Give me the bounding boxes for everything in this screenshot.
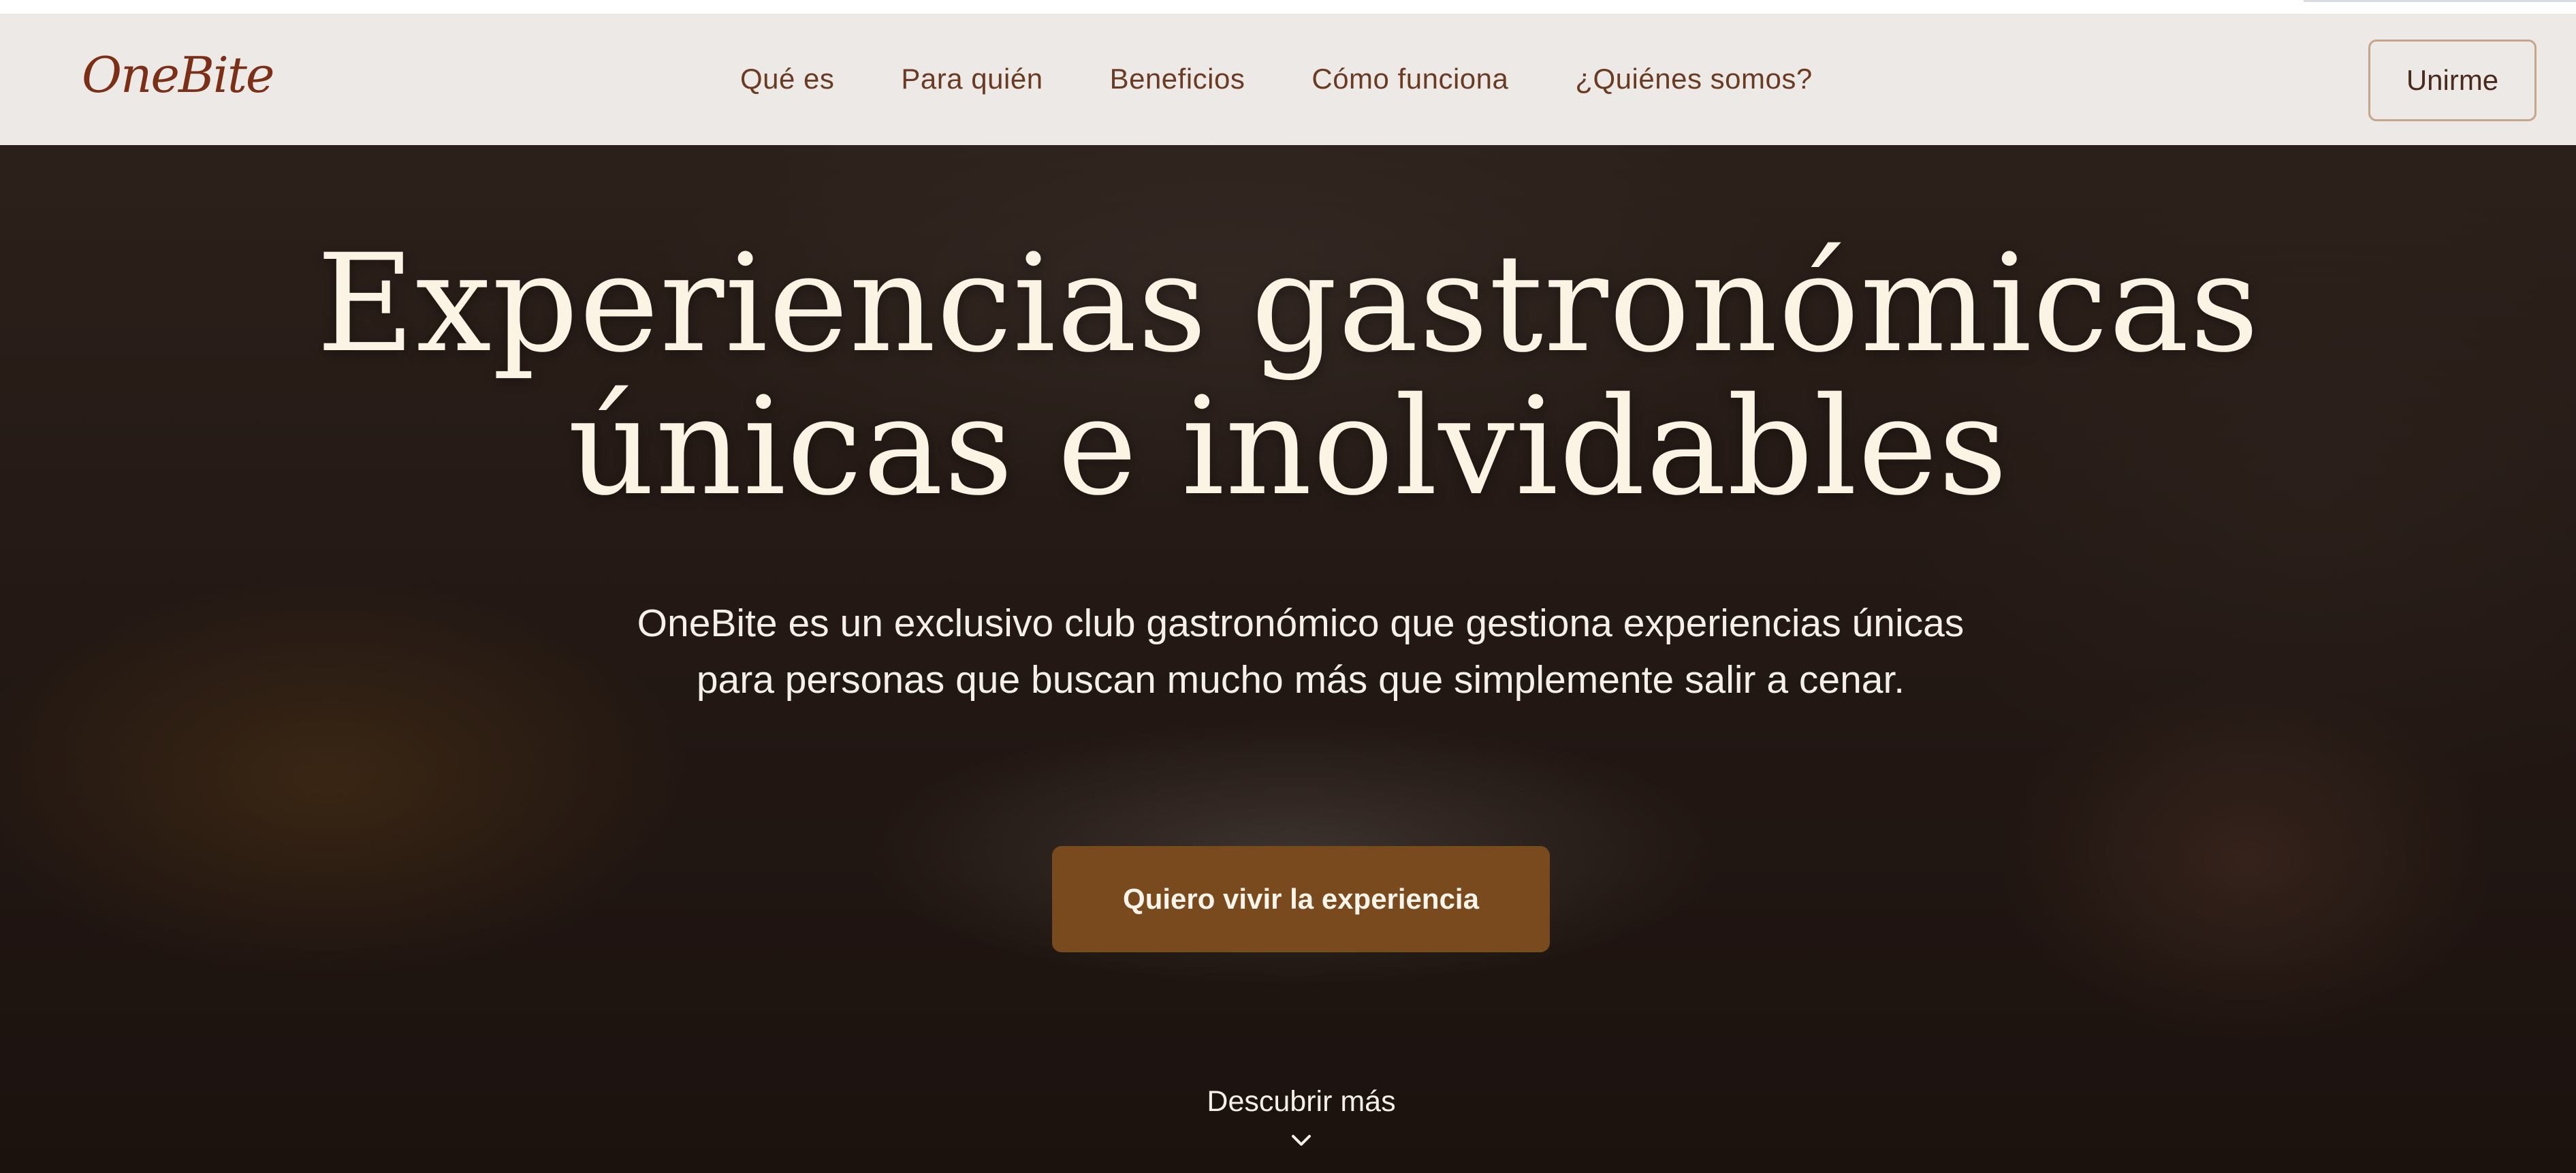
nav-link-como-funciona[interactable]: Cómo funciona (1311, 63, 1508, 95)
join-button[interactable]: Unirme (2368, 40, 2537, 121)
landing-page: OneBite Qué es Para quién Beneficios Cóm… (0, 0, 2576, 1173)
nav-link-beneficios[interactable]: Beneficios (1110, 63, 1245, 95)
nav-link-que-es[interactable]: Qué es (740, 63, 834, 95)
hero-title: Experiencias gastronómicas únicas e inol… (204, 232, 2372, 518)
discover-more-link[interactable]: Descubrir más (1083, 1085, 1519, 1151)
hero-section: Experiencias gastronómicas únicas e inol… (0, 145, 2576, 1173)
hero-subtitle: OneBite es un exclusivo club gastronómic… (637, 601, 1965, 702)
nav-link-para-quien[interactable]: Para quién (901, 63, 1043, 95)
hero-title-line-2: únicas e inolvidables (567, 368, 2009, 525)
cta-button[interactable]: Quiero vivir la experiencia (1052, 846, 1550, 952)
site-header: OneBite Qué es Para quién Beneficios Cóm… (0, 14, 2576, 145)
top-strip (0, 0, 2576, 14)
discover-more-label: Descubrir más (1207, 1085, 1396, 1118)
nav-link-quienes-somos[interactable]: ¿Quiénes somos? (1575, 63, 1812, 95)
logo[interactable]: OneBite (82, 46, 274, 104)
scroll-progress (2304, 0, 2576, 2)
hero-title-line-1: Experiencias gastronómicas (316, 225, 2260, 382)
chevron-down-icon (1292, 1135, 1311, 1146)
main-nav: Qué es Para quién Beneficios Cómo funcio… (740, 63, 1813, 95)
